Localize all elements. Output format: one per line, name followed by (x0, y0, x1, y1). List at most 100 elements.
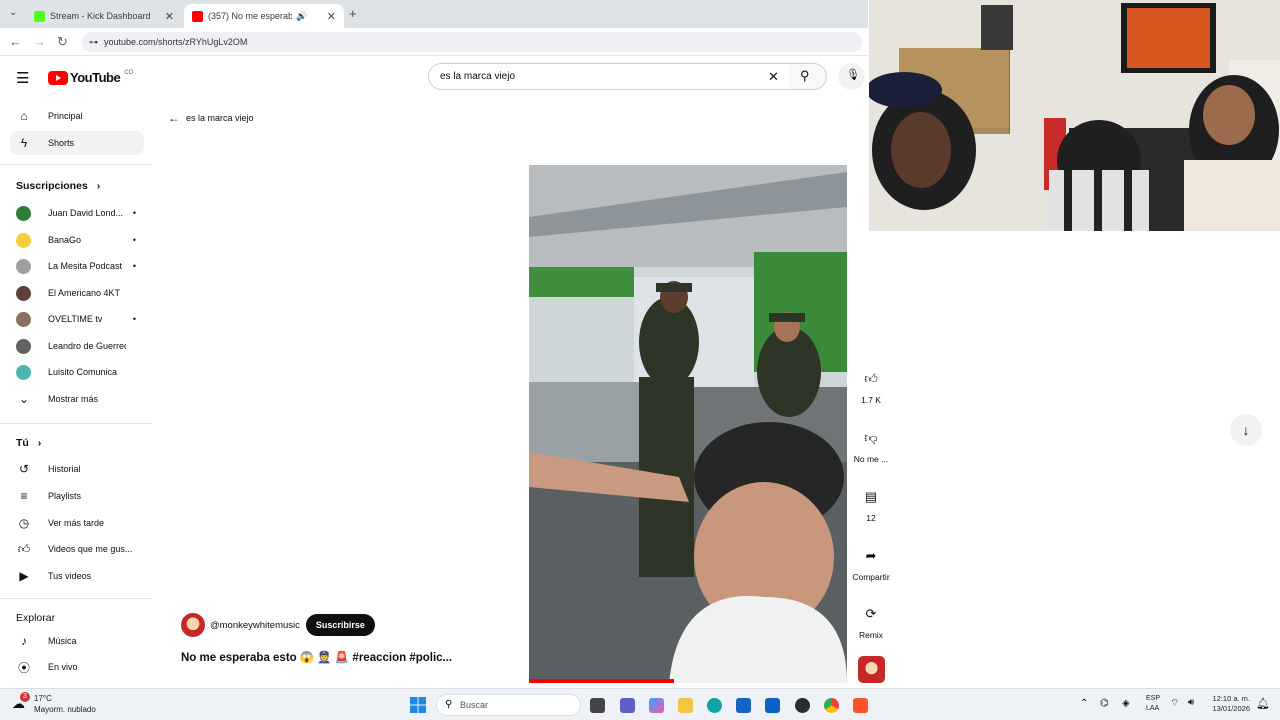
menu-icon[interactable]: ☰ (16, 69, 29, 87)
back-icon[interactable]: ← (9, 35, 22, 49)
channel-avatar (16, 338, 31, 354)
back-to-search-link[interactable]: ← es la marca viejo (168, 111, 254, 125)
sidebar-subscription-item[interactable]: La Mesita Podcast • (10, 254, 144, 278)
windows-icon (410, 697, 426, 713)
site-info-icon[interactable]: ⊶ (89, 32, 98, 52)
new-content-dot-icon: • (132, 208, 136, 218)
sidebar-item-label: BanaGo (48, 235, 82, 245)
language-indicator[interactable]: ESP LAA (1146, 694, 1160, 714)
youtube-logo[interactable]: YouTube CO (48, 70, 133, 85)
new-content-dot-icon: • (132, 261, 136, 271)
you-title[interactable]: Tú › (16, 437, 41, 449)
webcam-overlay (869, 0, 1280, 231)
tab-youtube-short[interactable]: (357) No me esperaba esto 🔊 ✕ (184, 4, 344, 28)
sidebar-item-label: Playlists (48, 491, 82, 501)
sidebar-subscription-item[interactable]: El Americano 4KT (10, 281, 144, 305)
sidebar-item-label: Historial (48, 464, 81, 474)
sidebar-item-ver-mas-tarde[interactable]: ◷ Ver más tarde (10, 511, 144, 535)
url-bar[interactable]: ⊶ youtube.com/shorts/zRYhUgLv2OM (82, 32, 862, 52)
remix-button[interactable]: ⟳ Remix (848, 600, 894, 640)
notification-badge: 3 (20, 692, 30, 702)
share-button[interactable]: ➦ Compartir (848, 542, 894, 582)
sidebar-item-shorts[interactable]: ϟ Shorts (10, 131, 144, 155)
store-icon[interactable] (736, 698, 751, 713)
task-view-icon[interactable] (590, 698, 605, 713)
sidebar-subscription-item[interactable]: Juan David Lond... • (10, 201, 144, 225)
tray-network-icon[interactable]: ⌬ (1100, 698, 1109, 709)
weather-widget[interactable]: ☁ 3 17°C Mayorm. nublado (10, 692, 120, 718)
search-button[interactable]: ⚲ (789, 63, 827, 90)
show-more-button[interactable]: ⌄ Mostrar más (10, 387, 144, 411)
sidebar-item-principal[interactable]: ⌂ Principal (10, 104, 144, 128)
webcam-image (869, 0, 1280, 231)
like-button[interactable]: 👍︎ 1.7 K (848, 365, 894, 405)
tab-search-icon[interactable]: ⌄ (9, 7, 17, 18)
dislike-button[interactable]: 👎︎ No me ... (848, 424, 894, 464)
subscriptions-title[interactable]: Suscripciones › (16, 180, 100, 192)
short-video-player[interactable] (529, 117, 847, 683)
tab-kick-dashboard[interactable]: Stream - Kick Dashboard ✕ (26, 4, 182, 28)
explore-title: Explorar (16, 612, 55, 624)
outlook-icon[interactable] (765, 698, 780, 713)
taskbar-search[interactable]: ⚲ Buscar (436, 694, 581, 716)
sidebar-subscription-item[interactable]: BanaGo • (10, 228, 144, 252)
clock[interactable]: 12:10 a. m. 13/01/2026 (1208, 694, 1250, 714)
sidebar-subscription-item[interactable]: Leandro de Guerreo (10, 334, 144, 358)
close-tab-icon[interactable]: ✕ (161, 10, 174, 23)
sidebar-item-historial[interactable]: ↺ Historial (10, 457, 144, 481)
reload-icon[interactable]: ↻ (57, 35, 68, 49)
speaker-icon[interactable]: 🔊 (296, 11, 307, 22)
sidebar-item-musica[interactable]: ♪ Música (10, 629, 144, 653)
notifications-icon[interactable]: 🔔︎ (1256, 697, 1270, 710)
copilot-icon[interactable] (649, 698, 664, 713)
sound-thumbnail[interactable] (858, 656, 885, 683)
file-explorer-icon[interactable] (678, 698, 693, 713)
next-video-button[interactable]: ↓ (1230, 414, 1262, 446)
forward-icon[interactable]: → (33, 35, 46, 49)
sidebar-divider (0, 164, 152, 165)
sidebar-subscription-item[interactable]: OVELTIME tv • (10, 307, 144, 331)
back-label: es la marca viejo (186, 113, 254, 123)
sidebar-item-label: Principal (48, 111, 83, 121)
brave-icon[interactable] (853, 698, 868, 713)
sidebar-item-label: OVELTIME tv (48, 314, 103, 324)
volume-icon[interactable]: 🔊︎ (1188, 697, 1194, 708)
live-icon: ⦿ (17, 660, 30, 675)
channel-avatar[interactable] (181, 613, 205, 637)
language-bottom: LAA (1146, 705, 1160, 712)
sidebar-divider (0, 423, 152, 424)
new-tab-button[interactable]: + (349, 6, 357, 21)
start-button[interactable] (410, 697, 426, 713)
subscribe-button[interactable]: Suscribirse (305, 614, 375, 636)
video-title[interactable]: No me esperaba esto 😱 👮 🚨 #reaccion #pol… (181, 650, 452, 664)
sidebar-item-playlists[interactable]: ≡ Playlists (10, 484, 144, 508)
chat-app-icon[interactable] (620, 698, 635, 713)
chrome-icon[interactable] (824, 698, 839, 713)
clock-date: 13/01/2026 (1212, 704, 1250, 713)
channel-name[interactable]: @monkeywhitemusic (210, 620, 300, 631)
voice-search-button[interactable]: 🎙 (838, 63, 865, 90)
sidebar-item-videos-me-gustan[interactable]: 👍︎ Videos que me gus... (10, 537, 144, 561)
tray-app-icon[interactable]: ◈ (1122, 698, 1130, 709)
channel-avatar (16, 205, 31, 221)
channel-avatar (16, 258, 31, 274)
close-tab-icon[interactable]: ✕ (323, 10, 336, 23)
sidebar-item-label: Shorts (48, 138, 75, 148)
comments-button[interactable]: ▤ 12 (848, 483, 894, 523)
search-input[interactable]: es la marca viejo (428, 63, 790, 90)
obs-icon[interactable] (795, 698, 810, 713)
share-label: Compartir (852, 572, 890, 582)
sidebar-item-label: Mostrar más (48, 394, 99, 404)
channel-avatar (16, 311, 31, 327)
wifi-icon[interactable]: ⌔ (1170, 697, 1179, 710)
tray-chevron-icon[interactable]: ⌃ (1080, 698, 1088, 709)
youtube-icon (192, 10, 203, 22)
sidebar-subscription-item[interactable]: Luisito Comunica (10, 360, 144, 384)
dislike-icon: 👎︎ (864, 430, 878, 445)
clear-search-icon[interactable]: ✕ (768, 69, 779, 85)
edge-icon[interactable] (707, 698, 722, 713)
chevron-right-icon: › (37, 437, 42, 449)
video-icon: ▶ (19, 569, 29, 583)
sidebar-item-en-vivo[interactable]: ⦿ En vivo (10, 655, 144, 679)
sidebar-item-tus-videos[interactable]: ▶ Tus videos (10, 564, 144, 588)
